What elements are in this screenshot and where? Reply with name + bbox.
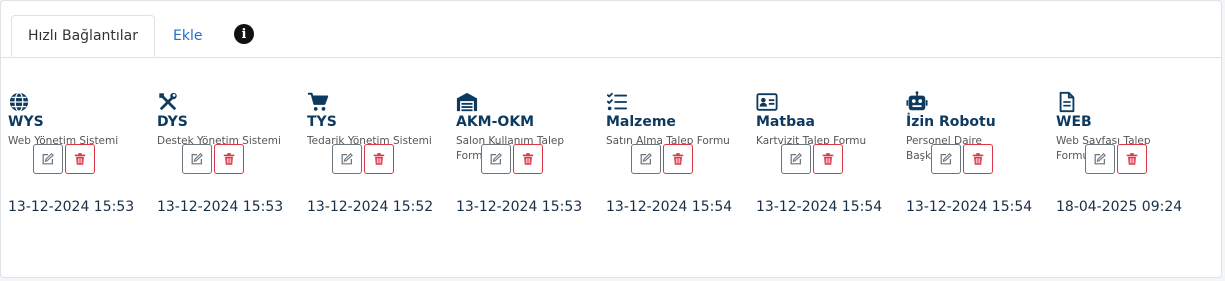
card-title: DYS xyxy=(157,114,188,130)
trash-icon xyxy=(672,153,684,165)
card-date: 13-12-2024 15:52 xyxy=(307,199,434,215)
id-card-icon xyxy=(756,93,778,111)
edit-icon xyxy=(42,152,54,165)
trash-icon xyxy=(1126,153,1138,165)
edit-button[interactable] xyxy=(1085,144,1115,174)
robot-icon xyxy=(906,91,928,111)
card-date: 13-12-2024 15:53 xyxy=(456,199,583,215)
edit-button[interactable] xyxy=(182,144,212,174)
edit-icon xyxy=(640,152,652,165)
card-date: 18-04-2025 09:24 xyxy=(1056,199,1183,215)
card-title: WYS xyxy=(8,114,44,130)
checklist-icon xyxy=(606,92,628,111)
trash-icon xyxy=(522,153,534,165)
edit-button[interactable] xyxy=(781,144,811,174)
cart-icon xyxy=(307,92,329,111)
card-date: 13-12-2024 15:54 xyxy=(756,199,883,215)
edit-button[interactable] xyxy=(332,144,362,174)
edit-icon xyxy=(940,152,952,165)
delete-button[interactable] xyxy=(65,144,95,174)
tab-bar: Hızlı Bağlantılar Ekle i xyxy=(1,1,1221,58)
edit-icon xyxy=(191,152,203,165)
edit-button[interactable] xyxy=(33,144,63,174)
edit-button[interactable] xyxy=(931,144,961,174)
globe-icon xyxy=(9,92,29,112)
card-title: TYS xyxy=(307,114,337,130)
delete-button[interactable] xyxy=(513,144,543,174)
card-date: 13-12-2024 15:54 xyxy=(606,199,733,215)
edit-button[interactable] xyxy=(631,144,661,174)
card-date: 13-12-2024 15:53 xyxy=(8,199,135,215)
card-title: AKM-OKM xyxy=(456,114,535,130)
card-date: 13-12-2024 15:54 xyxy=(906,199,1033,215)
trash-icon xyxy=(972,153,984,165)
card-title: WEB xyxy=(1056,114,1092,130)
tab-quick-links[interactable]: Hızlı Bağlantılar xyxy=(11,15,155,57)
edit-icon xyxy=(341,152,353,165)
edit-icon xyxy=(790,152,802,165)
delete-button[interactable] xyxy=(1117,144,1147,174)
delete-button[interactable] xyxy=(214,144,244,174)
delete-button[interactable] xyxy=(364,144,394,174)
tools-icon xyxy=(159,92,177,110)
trash-icon xyxy=(373,153,385,165)
card-title: Malzeme xyxy=(606,114,676,130)
info-icon[interactable]: i xyxy=(234,24,254,44)
card-title: İzin Robotu xyxy=(906,114,996,130)
quick-links-panel: Hızlı Bağlantılar Ekle i WYS Web Yönetim… xyxy=(0,0,1222,278)
delete-button[interactable] xyxy=(963,144,993,174)
trash-icon xyxy=(223,153,235,165)
edit-icon xyxy=(490,152,502,165)
edit-button[interactable] xyxy=(481,144,511,174)
edit-icon xyxy=(1094,152,1106,165)
card-title: Matbaa xyxy=(756,114,815,130)
trash-icon xyxy=(822,153,834,165)
warehouse-icon xyxy=(456,92,478,112)
card-date: 13-12-2024 15:53 xyxy=(157,199,284,215)
delete-button[interactable] xyxy=(663,144,693,174)
tab-add[interactable]: Ekle xyxy=(173,15,202,57)
document-icon xyxy=(1059,91,1075,113)
delete-button[interactable] xyxy=(813,144,843,174)
trash-icon xyxy=(74,153,86,165)
